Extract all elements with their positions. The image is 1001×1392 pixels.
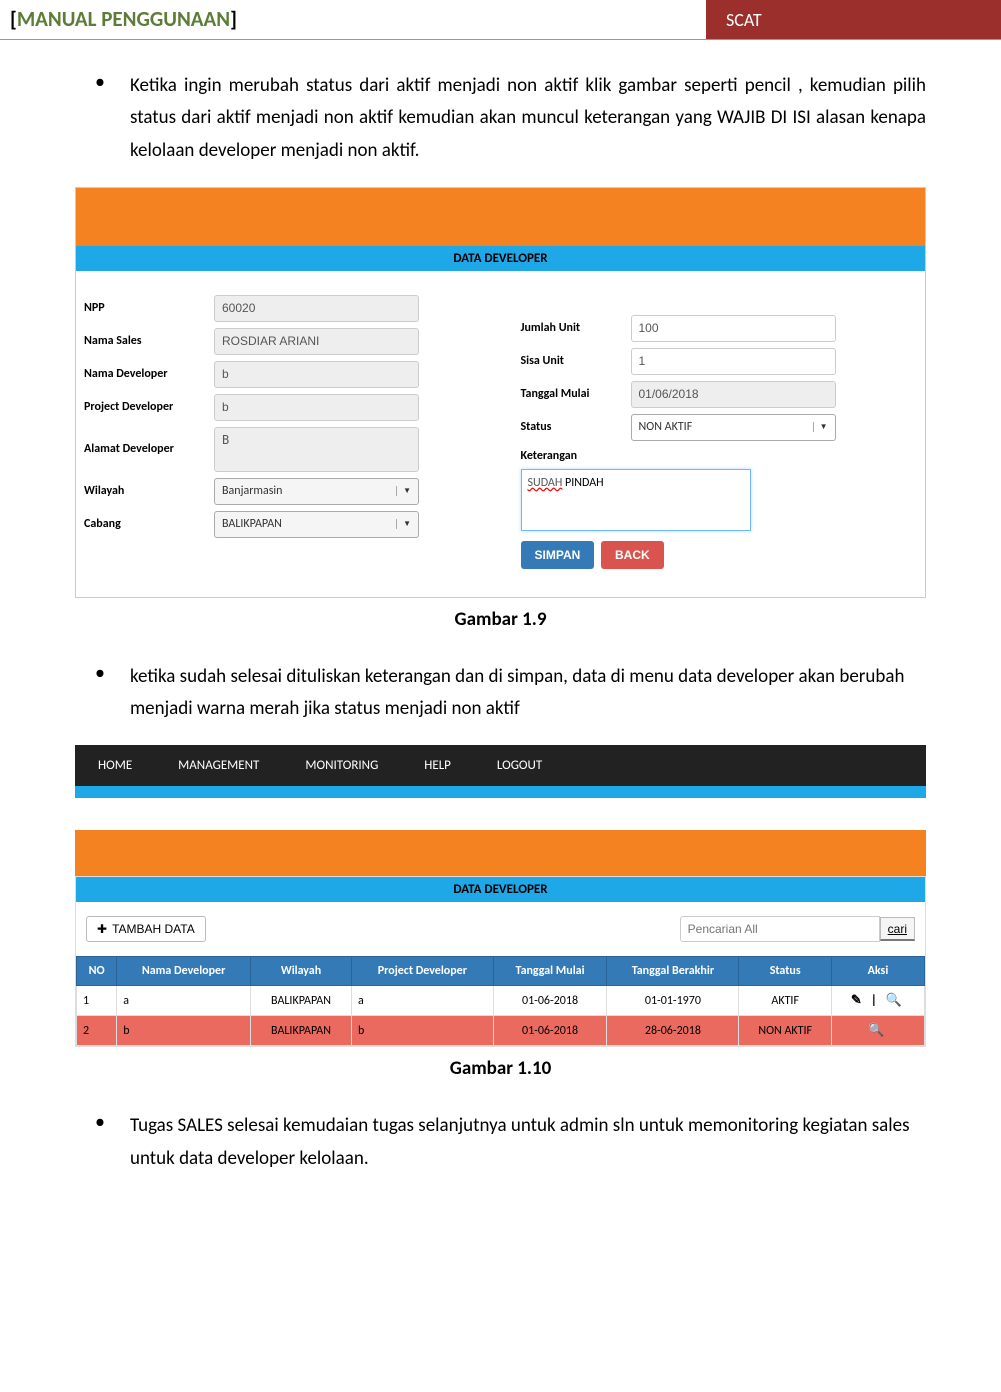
th-project: Project Developer (352, 957, 494, 986)
tambah-label: TAMBAH DATA (112, 922, 195, 936)
td-akhir: 28-06-2018 (607, 1016, 739, 1046)
keterangan-value-prefix: SUDAH (528, 476, 563, 490)
bullet-2-text: ketika sudah selesai dituliskan keterang… (130, 661, 926, 726)
label-npp: NPP (84, 301, 214, 315)
td-status: NON AKTIF (739, 1016, 831, 1046)
th-aksi: Aksi (831, 957, 924, 986)
th-status: Status (739, 957, 831, 986)
orange-bar-2 (75, 830, 926, 876)
label-nama-sales: Nama Sales (84, 334, 214, 348)
header-left: [MANUAL PENGGUNAAN] (0, 0, 706, 39)
th-no: NO (77, 957, 117, 986)
page-header: [MANUAL PENGGUNAAN] SCAT (0, 0, 1001, 40)
nav-management[interactable]: MANAGEMENT (155, 745, 282, 786)
edit-search-icons[interactable]: ✎ | 🔍 (851, 993, 905, 1008)
manual-title: MANUAL PENGGUNAAN (17, 6, 230, 32)
select-cabang[interactable]: BALIKPAPAN (214, 511, 419, 538)
bullet-3-text: Tugas SALES selesai kemudaian tugas sela… (130, 1110, 926, 1175)
td-aksi[interactable]: 🔍 (831, 1016, 924, 1046)
bullet-2: ketika sudah selesai dituliskan keterang… (75, 661, 926, 726)
input-tanggal-mulai[interactable] (631, 381, 836, 408)
cyan-strip (75, 786, 926, 798)
bracket-open: [ (10, 6, 17, 32)
nav-home[interactable]: HOME (75, 745, 155, 786)
label-keterangan: Keterangan (521, 449, 918, 463)
nav-help[interactable]: HELP (401, 745, 474, 786)
label-alamat-developer: Alamat Developer (84, 442, 214, 456)
label-status: Status (521, 420, 631, 434)
td-wilayah: BALIKPAPAN (250, 1016, 351, 1046)
input-jumlah-unit[interactable] (631, 315, 836, 342)
tambah-data-button[interactable]: ✚ TAMBAH DATA (86, 916, 206, 942)
input-alamat-developer[interactable]: B (214, 427, 419, 472)
label-wilayah: Wilayah (84, 484, 214, 498)
screenshot-2: HOME MANAGEMENT MONITORING HELP LOGOUT D… (75, 745, 926, 1047)
input-npp[interactable] (214, 295, 419, 322)
td-akhir: 01-01-1970 (607, 986, 739, 1016)
textarea-keterangan[interactable]: SUDAH PINDAH (521, 469, 751, 531)
input-project-developer[interactable] (214, 394, 419, 421)
th-mulai: Tanggal Mulai (493, 957, 607, 986)
cari-button[interactable]: cari (880, 917, 915, 941)
td-nama: b (117, 1016, 251, 1046)
search-icon[interactable]: 🔍 (868, 1023, 887, 1038)
caption-1: Gambar 1.9 (75, 608, 926, 631)
nav-monitoring[interactable]: MONITORING (282, 745, 401, 786)
table-row: 2bBALIKPAPANb01-06-201828-06-2018NON AKT… (77, 1016, 925, 1046)
bracket-close: ] (230, 6, 237, 32)
input-nama-developer[interactable] (214, 361, 419, 388)
td-aksi[interactable]: ✎ | 🔍 (831, 986, 924, 1016)
label-cabang: Cabang (84, 517, 214, 531)
search-input[interactable] (680, 916, 880, 942)
data-developer-banner-2: DATA DEVELOPER (76, 877, 925, 902)
input-nama-sales[interactable] (214, 328, 419, 355)
td-mulai: 01-06-2018 (493, 986, 607, 1016)
label-nama-developer: Nama Developer (84, 367, 214, 381)
input-sisa-unit[interactable] (631, 348, 836, 375)
keterangan-value-suffix: PINDAH (562, 476, 603, 490)
label-sisa-unit: Sisa Unit (521, 354, 631, 368)
td-mulai: 01-06-2018 (493, 1016, 607, 1046)
td-nama: a (117, 986, 251, 1016)
td-project: a (352, 986, 494, 1016)
nav-bar: HOME MANAGEMENT MONITORING HELP LOGOUT (75, 745, 926, 786)
td-wilayah: BALIKPAPAN (250, 986, 351, 1016)
table-row: 1aBALIKPAPANa01-06-201801-01-1970AKTIF✎ … (77, 986, 925, 1016)
td-no: 2 (77, 1016, 117, 1046)
simpan-button[interactable]: SIMPAN (521, 541, 595, 569)
th-berakhir: Tanggal Berakhir (607, 957, 739, 986)
nav-logout[interactable]: LOGOUT (474, 745, 565, 786)
back-button[interactable]: BACK (601, 541, 664, 569)
screenshot-1: DATA DEVELOPER NPP Nama Sales Nama Devel… (75, 187, 926, 598)
label-tanggal-mulai: Tanggal Mulai (521, 387, 631, 401)
developer-table: NO Nama Developer Wilayah Project Develo… (76, 956, 925, 1046)
th-wilayah: Wilayah (250, 957, 351, 986)
td-no: 1 (77, 986, 117, 1016)
td-project: b (352, 1016, 494, 1046)
select-wilayah[interactable]: Banjarmasin (214, 478, 419, 505)
bullet-1-text: Ketika ingin merubah status dari aktif m… (130, 70, 926, 167)
label-jumlah-unit: Jumlah Unit (521, 321, 631, 335)
select-status[interactable]: NON AKTIF (631, 414, 836, 441)
bullet-3: Tugas SALES selesai kemudaian tugas sela… (75, 1110, 926, 1175)
th-nama: Nama Developer (117, 957, 251, 986)
orange-header-bar (76, 188, 925, 246)
header-right-badge: SCAT (706, 0, 1001, 39)
td-status: AKTIF (739, 986, 831, 1016)
data-developer-banner: DATA DEVELOPER (76, 246, 925, 271)
bullet-1: Ketika ingin merubah status dari aktif m… (75, 70, 926, 167)
label-project-developer: Project Developer (84, 400, 214, 414)
plus-icon: ✚ (97, 922, 107, 936)
caption-2: Gambar 1.10 (75, 1057, 926, 1080)
